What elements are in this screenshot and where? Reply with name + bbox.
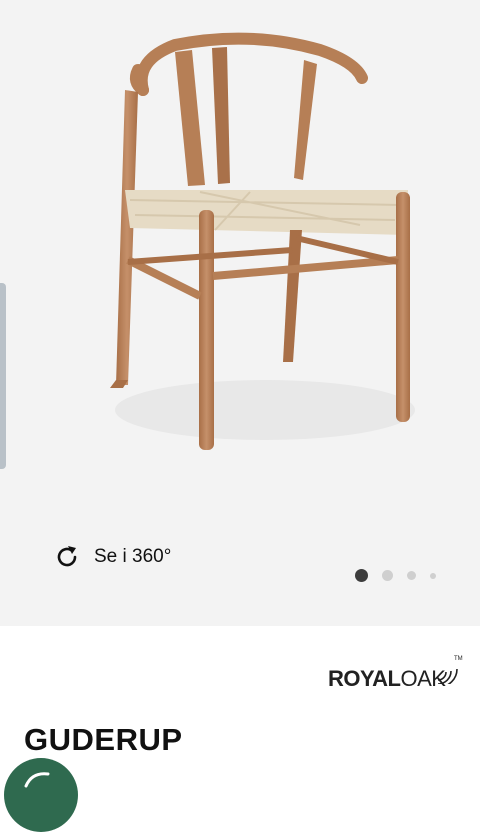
- chat-button[interactable]: [4, 758, 78, 832]
- carousel-dot-active[interactable]: [355, 569, 368, 582]
- brand-logo[interactable]: ROYAL OAK TM: [328, 652, 463, 692]
- product-title: GUDERUP: [24, 722, 183, 757]
- carousel-dot[interactable]: [430, 572, 436, 579]
- carousel-dot[interactable]: [407, 571, 416, 580]
- gallery-side-handle[interactable]: [0, 283, 6, 469]
- brand-trademark: TM: [454, 656, 463, 662]
- chat-icon: [24, 772, 50, 788]
- view-360-button[interactable]: Se i 360°: [54, 542, 171, 572]
- carousel-dot[interactable]: [382, 570, 393, 581]
- refresh-icon: [57, 546, 77, 567]
- view-360-label: Se i 360°: [94, 546, 172, 567]
- product-image-gallery[interactable]: Se i 360°: [0, 0, 480, 626]
- carousel-pagination: [355, 569, 436, 582]
- brand-name-bold: ROYAL: [328, 666, 401, 691]
- chair-product-image[interactable]: [96, 28, 426, 458]
